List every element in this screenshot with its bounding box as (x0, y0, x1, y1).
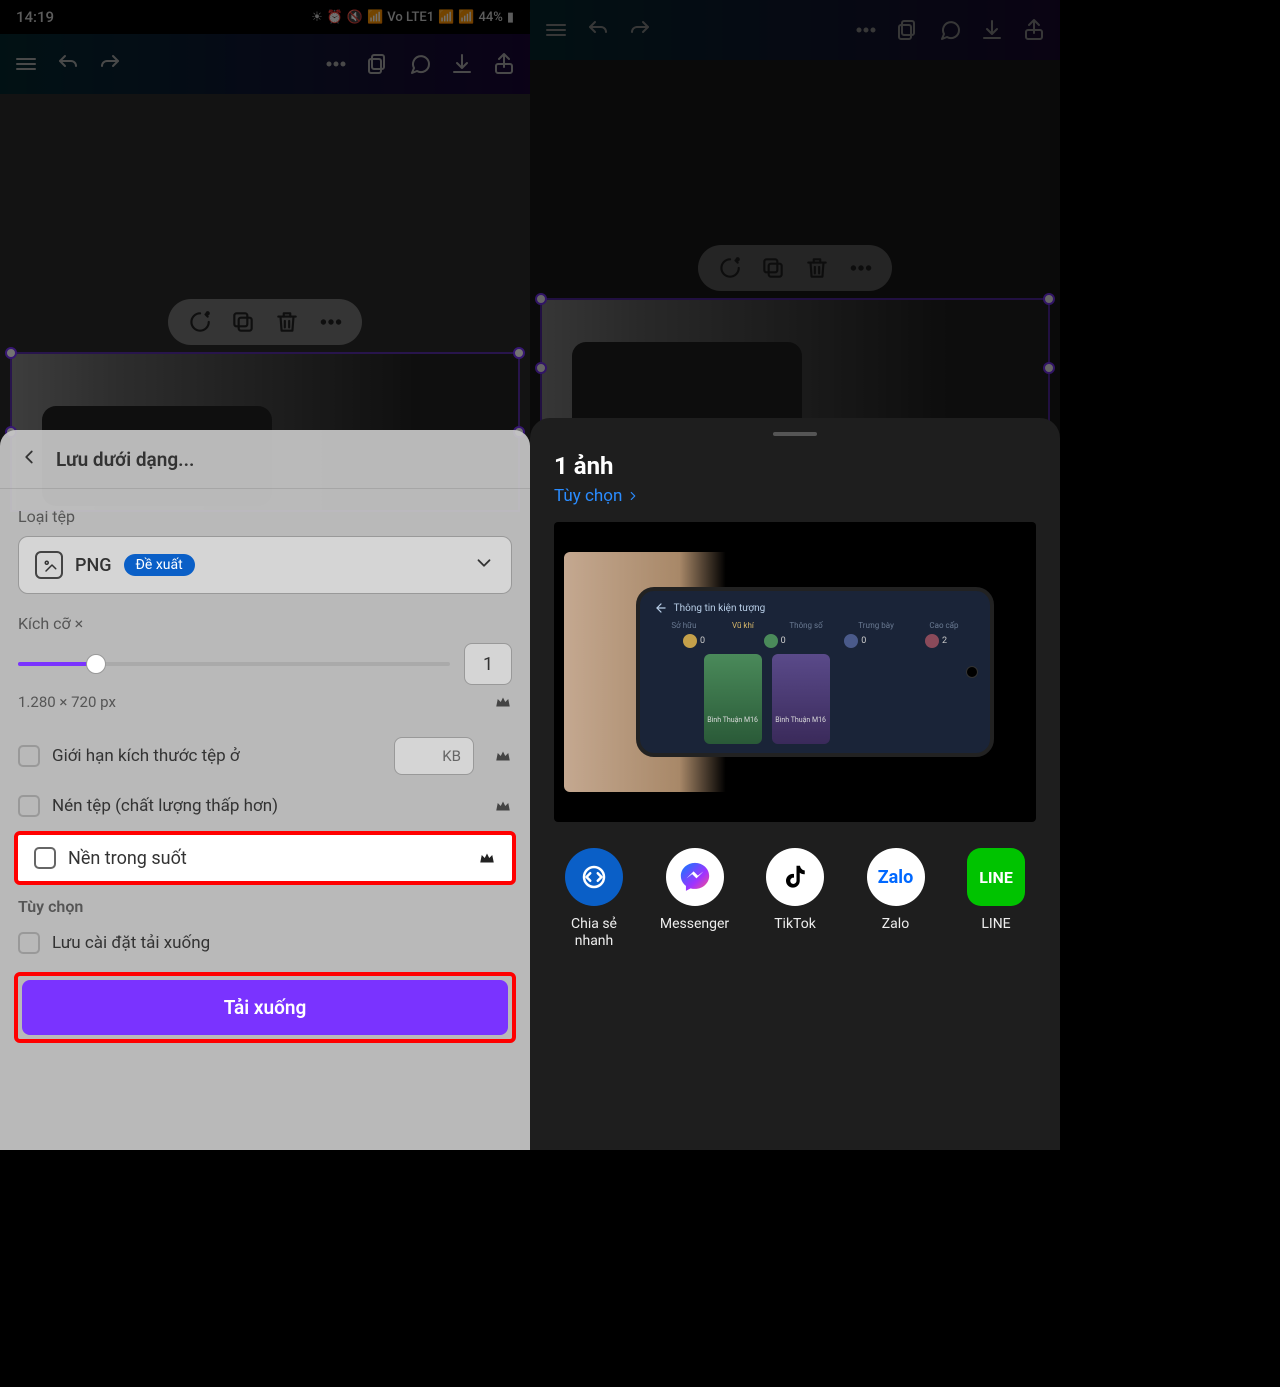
limit-label: Giới hạn kích thước tệp ở (52, 746, 240, 766)
crown-icon (494, 797, 512, 815)
compress-checkbox[interactable] (18, 795, 40, 817)
drag-handle[interactable] (773, 432, 817, 436)
compress-row[interactable]: Nén tệp (chất lượng thấp hơn) (18, 785, 512, 827)
save-settings-checkbox[interactable] (18, 932, 40, 954)
share-app-zalo[interactable]: Zalo Zalo (856, 848, 936, 950)
recommended-badge: Đề xuất (124, 554, 195, 576)
game-tabs: Sở hữu Vũ khí Thông số Trưng bày Cao cấp (654, 621, 977, 630)
game-stats: 0 0 0 2 (654, 634, 977, 648)
size-slider[interactable] (18, 662, 450, 666)
crown-icon (494, 747, 512, 765)
zalo-icon: Zalo (867, 848, 925, 906)
messenger-icon (666, 848, 724, 906)
file-type-value: PNG (75, 555, 112, 576)
crown-icon (494, 693, 512, 711)
size-label: Kích cỡ × (18, 614, 512, 633)
transparent-bg-row[interactable]: Nền trong suốt (14, 831, 516, 885)
transparent-label: Nền trong suốt (68, 848, 187, 869)
sheet-title: Lưu dưới dạng... (56, 448, 194, 471)
download-button[interactable]: Tải xuống (22, 980, 508, 1035)
share-apps-row: Chia sẻ nhanh Messenger TikTok Zalo Zalo… (554, 842, 1036, 956)
crown-icon (478, 849, 496, 867)
options-label: Tùy chọn (18, 897, 512, 916)
share-sheet: 1 ảnh Tùy chọn Thông tin kiện tượng Sở h… (530, 418, 1060, 1150)
quickshare-icon (565, 848, 623, 906)
share-title: 1 ảnh (554, 452, 1036, 480)
game-header: Thông tin kiện tượng (654, 601, 977, 615)
camera-notch (966, 666, 978, 678)
file-type-label: Loại tệp (18, 507, 512, 526)
image-icon (35, 551, 63, 579)
transparent-checkbox[interactable] (34, 847, 56, 869)
back-icon[interactable] (18, 446, 40, 472)
limit-filesize-row[interactable]: Giới hạn kích thước tệp ở KB (18, 727, 512, 785)
compress-label: Nén tệp (chất lượng thấp hơn) (52, 796, 278, 816)
size-value[interactable]: 1 (464, 643, 512, 685)
share-app-quickshare[interactable]: Chia sẻ nhanh (554, 848, 634, 950)
share-app-messenger[interactable]: Messenger (655, 848, 735, 950)
save-as-sheet: Lưu dưới dạng... Loại tệp PNG Đề xuất Kí… (0, 430, 530, 1150)
line-icon: LINE (967, 848, 1025, 906)
share-app-line[interactable]: LINE LINE (956, 848, 1036, 950)
dimensions-text: 1.280 × 720 px (18, 693, 116, 711)
share-app-tiktok[interactable]: TikTok (755, 848, 835, 950)
file-type-select[interactable]: PNG Đề xuất (18, 536, 512, 594)
limit-checkbox[interactable] (18, 745, 40, 767)
kb-input[interactable]: KB (394, 737, 474, 775)
save-settings-row[interactable]: Lưu cài đặt tải xuống (18, 922, 512, 964)
save-settings-label: Lưu cài đặt tải xuống (52, 933, 210, 953)
image-preview[interactable]: Thông tin kiện tượng Sở hữu Vũ khí Thông… (554, 522, 1036, 822)
game-cards: Bình Thuận M16 Bình Thuận M16 (704, 654, 977, 744)
share-options-link[interactable]: Tùy chọn (554, 486, 1036, 506)
chevron-down-icon (473, 552, 495, 578)
tiktok-icon (766, 848, 824, 906)
